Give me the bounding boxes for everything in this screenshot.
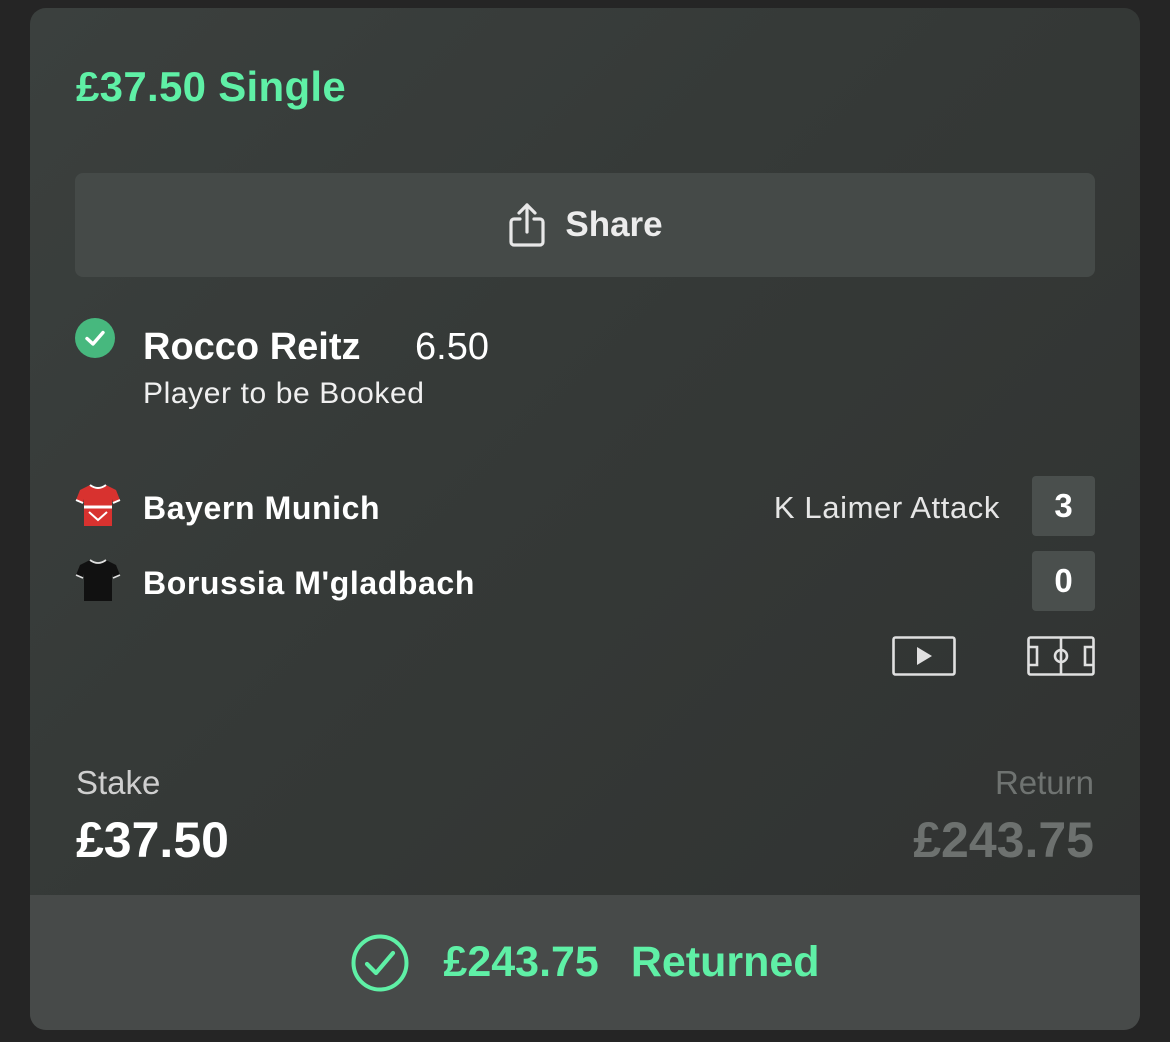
share-button[interactable]: Share [75, 173, 1095, 277]
stake-label: Stake [76, 764, 161, 801]
share-icon [509, 203, 545, 247]
score-away: 0 [1032, 551, 1095, 611]
stake-value: £37.50 [76, 812, 229, 868]
return-label: Return [994, 764, 1094, 801]
black-shirt-icon [75, 559, 121, 601]
score-event: K Laimer Attack [773, 490, 1000, 525]
check-circle-icon [75, 318, 115, 358]
check-circle-outline-icon [351, 934, 409, 991]
score-home: 3 [1032, 476, 1095, 536]
pitch-icon[interactable] [1027, 636, 1095, 676]
video-play-icon[interactable] [892, 636, 956, 676]
returned-amount: £243.75 [443, 938, 599, 986]
returned-status: Returned [630, 938, 820, 986]
selection-market: Player to be Booked [143, 377, 425, 410]
selection-name: Rocco Reitz [143, 326, 361, 368]
team-name-home: Bayern Munich [143, 490, 381, 526]
share-label: Share [565, 205, 663, 244]
team-row-home: Bayern Munich K Laimer Attack 3 [75, 476, 1095, 536]
team-row-away: Borussia M'gladbach 0 [75, 551, 1095, 611]
red-shirt-icon [75, 484, 121, 526]
selection-odds: 6.50 [415, 326, 489, 368]
bet-card: £37.50 Single Share Rocco Reitz 6.50 Pla… [30, 8, 1140, 1030]
team-name-away: Borussia M'gladbach [143, 565, 475, 601]
return-value: £243.75 [913, 812, 1094, 868]
bet-title: £37.50 Single [76, 63, 347, 110]
returned-banner: £243.75 Returned [30, 895, 1140, 1030]
